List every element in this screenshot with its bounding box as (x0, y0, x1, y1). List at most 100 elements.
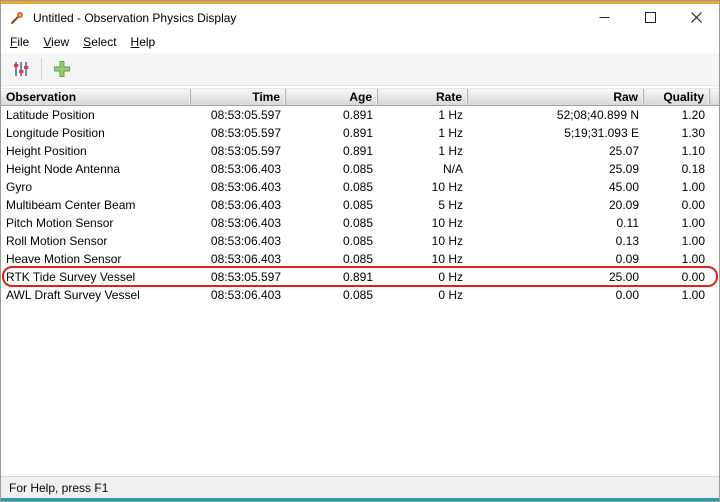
column-header-observation[interactable]: Observation (1, 89, 191, 105)
cell-age: 0.085 (286, 196, 378, 214)
cell-quality: 1.00 (644, 178, 710, 196)
cell-time: 08:53:05.597 (191, 124, 286, 142)
cell-time: 08:53:05.597 (191, 106, 286, 124)
cell-rate: 10 Hz (378, 250, 468, 268)
cell-filler (710, 250, 719, 268)
menu-help[interactable]: Help (124, 32, 163, 52)
cell-rate: 10 Hz (378, 232, 468, 250)
cell-quality: 1.00 (644, 232, 710, 250)
menu-file[interactable]: File (3, 32, 36, 52)
cell-time: 08:53:06.403 (191, 286, 286, 304)
table-body: Latitude Position08:53:05.5970.8911 Hz52… (1, 106, 719, 476)
cell-filler (710, 232, 719, 250)
cell-filler (710, 286, 719, 304)
table-row[interactable]: Gyro08:53:06.4030.08510 Hz45.001.00 (1, 178, 719, 196)
cell-raw: 25.09 (468, 160, 644, 178)
cell-rate: N/A (378, 160, 468, 178)
column-header-quality[interactable]: Quality (644, 89, 710, 105)
table-row[interactable]: Latitude Position08:53:05.5970.8911 Hz52… (1, 106, 719, 124)
table-row[interactable]: Height Position08:53:05.5970.8911 Hz25.0… (1, 142, 719, 160)
cell-time: 08:53:06.403 (191, 178, 286, 196)
cell-observation: Height Position (1, 142, 191, 160)
cell-age: 0.085 (286, 286, 378, 304)
cell-rate: 1 Hz (378, 106, 468, 124)
table-row[interactable]: Height Node Antenna08:53:06.4030.085N/A2… (1, 160, 719, 178)
cell-age: 0.891 (286, 142, 378, 160)
table-row[interactable]: RTK Tide Survey Vessel08:53:05.5970.8910… (1, 268, 719, 286)
table-row[interactable]: Pitch Motion Sensor08:53:06.4030.08510 H… (1, 214, 719, 232)
column-header-raw[interactable]: Raw (468, 89, 644, 105)
column-header-time[interactable]: Time (191, 89, 286, 105)
cell-observation: Latitude Position (1, 106, 191, 124)
table-row[interactable]: AWL Draft Survey Vessel08:53:06.4030.085… (1, 286, 719, 304)
cell-time: 08:53:06.403 (191, 232, 286, 250)
sliders-icon (11, 59, 31, 79)
cell-observation: Roll Motion Sensor (1, 232, 191, 250)
cell-raw: 52;08;40.899 N (468, 106, 644, 124)
cell-observation: AWL Draft Survey Vessel (1, 286, 191, 304)
add-observation-button[interactable] (48, 56, 76, 82)
cell-age: 0.085 (286, 232, 378, 250)
title-bar: Untitled - Observation Physics Display (1, 4, 719, 31)
cell-filler (710, 106, 719, 124)
cell-age: 0.891 (286, 124, 378, 142)
cell-observation: Gyro (1, 178, 191, 196)
cell-raw: 0.00 (468, 286, 644, 304)
cell-time: 08:53:06.403 (191, 160, 286, 178)
close-button[interactable] (673, 4, 719, 31)
bottom-accent (1, 498, 719, 501)
cell-raw: 0.11 (468, 214, 644, 232)
maximize-button[interactable] (627, 4, 673, 31)
cell-quality: 1.20 (644, 106, 710, 124)
app-window: Untitled - Observation Physics Display (0, 0, 720, 502)
cell-filler (710, 268, 719, 286)
table-header: Observation Time Age Rate Raw Quality (1, 88, 719, 106)
window-title: Untitled - Observation Physics Display (33, 11, 236, 25)
observation-settings-button[interactable] (7, 56, 35, 82)
cell-time: 08:53:05.597 (191, 142, 286, 160)
cell-age: 0.085 (286, 250, 378, 268)
cell-observation: Multibeam Center Beam (1, 196, 191, 214)
cell-raw: 5;19;31.093 E (468, 124, 644, 142)
cell-observation: Longitude Position (1, 124, 191, 142)
toolbar-separator (41, 58, 42, 80)
toolbar (1, 53, 719, 86)
cell-age: 0.085 (286, 214, 378, 232)
cell-quality: 0.00 (644, 196, 710, 214)
cell-time: 08:53:06.403 (191, 250, 286, 268)
minimize-icon (599, 12, 610, 23)
cell-observation: Pitch Motion Sensor (1, 214, 191, 232)
cell-raw: 0.13 (468, 232, 644, 250)
table-row[interactable]: Multibeam Center Beam08:53:06.4030.0855 … (1, 196, 719, 214)
observation-table: Observation Time Age Rate Raw Quality La… (1, 88, 719, 476)
maximize-icon (645, 12, 656, 23)
cell-time: 08:53:06.403 (191, 196, 286, 214)
menu-bar: File View Select Help (1, 31, 719, 53)
cell-quality: 1.00 (644, 286, 710, 304)
cell-age: 0.085 (286, 178, 378, 196)
menu-select[interactable]: Select (76, 32, 123, 52)
table-row[interactable]: Roll Motion Sensor08:53:06.4030.08510 Hz… (1, 232, 719, 250)
cell-rate: 0 Hz (378, 286, 468, 304)
cell-filler (710, 214, 719, 232)
cell-time: 08:53:05.597 (191, 268, 286, 286)
cell-quality: 0.18 (644, 160, 710, 178)
cell-filler (710, 178, 719, 196)
cell-filler (710, 124, 719, 142)
cell-rate: 10 Hz (378, 214, 468, 232)
column-header-rate[interactable]: Rate (378, 89, 468, 105)
column-header-age[interactable]: Age (286, 89, 378, 105)
cell-filler (710, 196, 719, 214)
cell-observation: RTK Tide Survey Vessel (1, 268, 191, 286)
table-row[interactable]: Heave Motion Sensor08:53:06.4030.08510 H… (1, 250, 719, 268)
cell-rate: 5 Hz (378, 196, 468, 214)
cell-rate: 10 Hz (378, 178, 468, 196)
cell-rate: 1 Hz (378, 124, 468, 142)
app-icon[interactable] (9, 10, 25, 26)
status-bar: For Help, press F1 (1, 476, 719, 498)
cell-filler (710, 142, 719, 160)
minimize-button[interactable] (581, 4, 627, 31)
table-row[interactable]: Longitude Position08:53:05.5970.8911 Hz5… (1, 124, 719, 142)
cell-raw: 20.09 (468, 196, 644, 214)
menu-view[interactable]: View (36, 32, 76, 52)
